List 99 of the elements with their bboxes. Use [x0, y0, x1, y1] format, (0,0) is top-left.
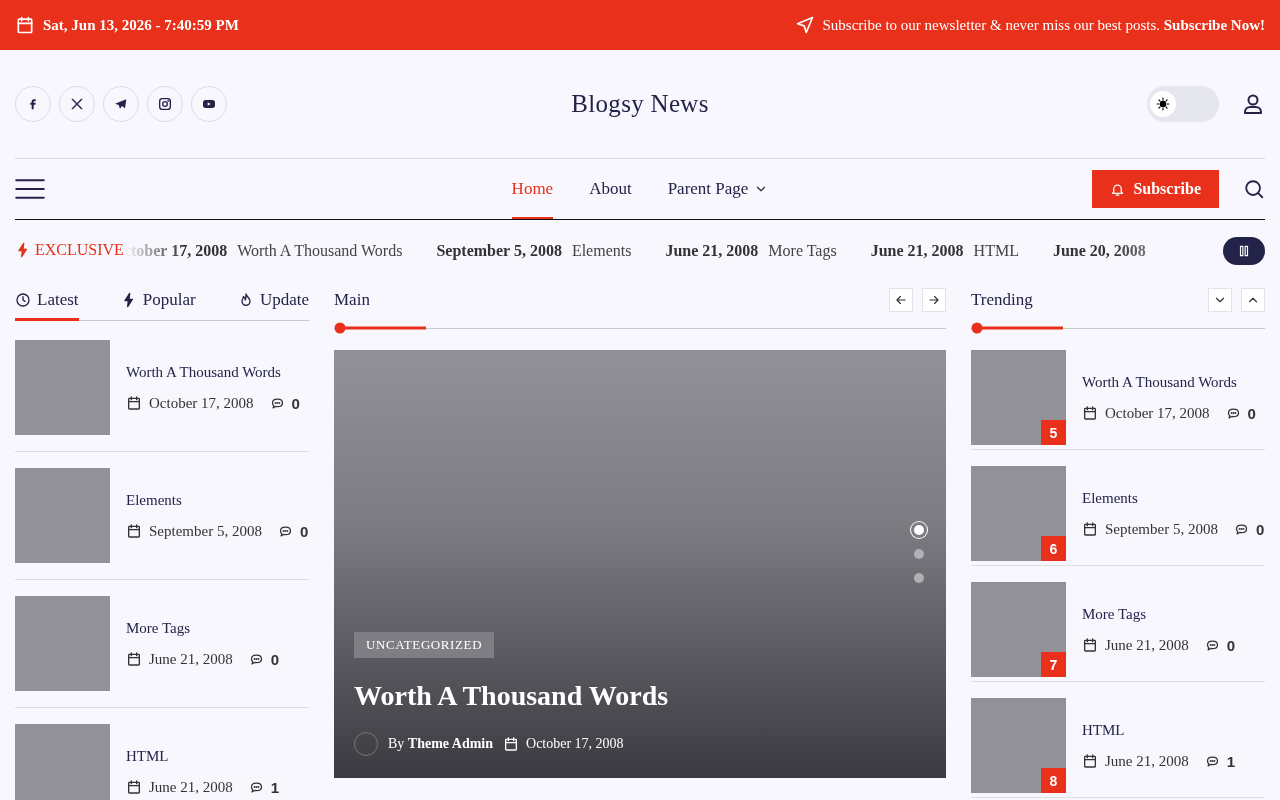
comment-count: 0	[270, 650, 280, 668]
post-title[interactable]: HTML	[1082, 721, 1265, 739]
calendar-icon	[126, 651, 142, 667]
nav-item[interactable]: Home	[511, 159, 554, 219]
byline: By Theme Admin	[388, 736, 494, 752]
tab[interactable]: Latest	[15, 282, 79, 321]
hero-card[interactable]: UNCATEGORIZED Worth A Thousand Words By Theme Admin October 17, 2008	[334, 350, 946, 778]
calendar-icon	[126, 523, 142, 539]
rank-badge: 5	[1041, 420, 1066, 445]
section-heading: Main	[334, 290, 370, 310]
sun-icon	[1156, 97, 1170, 111]
post-date: June 21, 2008	[1105, 752, 1189, 770]
ticker-title[interactable]: Worth A Thousand Words	[237, 242, 403, 260]
search-icon	[1243, 178, 1265, 200]
post-date: October 17, 2008	[1105, 404, 1210, 422]
slide-dot[interactable]	[914, 525, 924, 535]
comment-count: 0	[299, 522, 309, 540]
thumbnail-placeholder[interactable]: 7	[971, 582, 1066, 677]
post-title[interactable]: Elements	[126, 491, 309, 509]
hero-title[interactable]: Worth A Thousand Words	[354, 680, 926, 712]
arrow-left-icon	[894, 293, 908, 307]
comment-count: 1	[270, 778, 280, 796]
calendar-icon	[126, 395, 142, 411]
section-heading: Trending	[971, 290, 1033, 310]
calendar-icon	[126, 779, 142, 795]
newsletter-text: Subscribe to our newsletter & never miss our best posts. Subscribe Now!	[822, 16, 1265, 34]
post-title[interactable]: More Tags	[126, 619, 309, 637]
ticker-title[interactable]: HTML	[973, 242, 1019, 260]
user-icon	[1241, 92, 1265, 116]
calendar-icon	[1082, 753, 1098, 769]
comment-count: 0	[291, 394, 300, 412]
post-title[interactable]: More Tags	[1082, 605, 1265, 623]
hero-date: October 17, 2008	[526, 736, 624, 752]
post-date: June 21, 2008	[149, 650, 233, 668]
nav-item[interactable]: About	[589, 159, 632, 219]
calendar-icon	[15, 15, 35, 35]
category-tag[interactable]: UNCATEGORIZED	[354, 632, 495, 658]
comment-icon	[1233, 521, 1249, 537]
thumbnail-placeholder[interactable]: 5	[971, 350, 1066, 445]
pause-icon	[1237, 244, 1251, 258]
ticker-title[interactable]: Elements	[571, 242, 632, 260]
up-button[interactable]	[1241, 288, 1265, 312]
comment-count: 0	[1255, 520, 1265, 538]
comment-icon	[1225, 405, 1241, 421]
post-date: June 21, 2008	[149, 778, 233, 796]
ticker-date: September 5, 2008	[436, 242, 562, 260]
bell-icon	[1110, 181, 1126, 197]
slide-dot[interactable]	[914, 549, 924, 559]
comment-count: 1	[1226, 752, 1236, 770]
ticker-label: EXCLUSIVE	[35, 241, 124, 259]
arrow-right-icon	[927, 293, 941, 307]
comment-icon	[1204, 753, 1220, 769]
post-title[interactable]: HTML	[126, 747, 309, 765]
comment-icon	[248, 779, 264, 795]
rank-badge: 8	[1041, 768, 1066, 793]
post-date: September 5, 2008	[149, 522, 262, 540]
tab[interactable]: Update	[237, 282, 309, 321]
post-date: June 21, 2008	[1105, 636, 1189, 654]
date-time: Sat, Jun 13, 2026 - 7:40:59 PM	[43, 16, 239, 34]
slide-dot[interactable]	[914, 573, 924, 583]
comment-icon	[277, 523, 293, 539]
theme-toggle[interactable]	[1147, 86, 1219, 122]
calendar-icon	[1082, 405, 1098, 421]
post-title[interactable]: Elements	[1082, 489, 1265, 507]
nav-item[interactable]: Parent Page	[667, 159, 769, 219]
thumbnail-placeholder[interactable]	[15, 468, 110, 563]
ticker-date: June 21, 2008	[870, 242, 964, 260]
ticker-date: June 21, 2008	[665, 242, 759, 260]
ticker-date: June 20, 2008	[1052, 242, 1146, 260]
clock-icon	[15, 292, 31, 308]
thumbnail-placeholder[interactable]: 6	[971, 466, 1066, 561]
next-button[interactable]	[922, 288, 946, 312]
ticker-title[interactable]: More Tags	[768, 242, 837, 260]
post-date: September 5, 2008	[1105, 520, 1218, 538]
comment-icon	[1204, 637, 1220, 653]
rank-badge: 6	[1041, 536, 1066, 561]
thumbnail-placeholder[interactable]	[15, 596, 110, 691]
site-title[interactable]: Blogsy News	[571, 90, 709, 118]
thumbnail-placeholder[interactable]: 8	[971, 698, 1066, 793]
comment-icon	[248, 651, 264, 667]
comment-count: 0	[1247, 404, 1256, 422]
comment-icon	[269, 395, 285, 411]
send-icon	[794, 15, 815, 35]
pause-button[interactable]	[1223, 237, 1265, 265]
thumbnail-placeholder[interactable]	[15, 724, 110, 800]
prev-button[interactable]	[889, 288, 913, 312]
rank-badge: 7	[1041, 652, 1066, 677]
subscribe-now-link[interactable]: Subscribe Now!	[1163, 16, 1265, 33]
calendar-icon	[1082, 521, 1098, 537]
post-date: October 17, 2008	[149, 394, 254, 412]
post-title[interactable]: Worth A Thousand Words	[1082, 373, 1265, 391]
tab[interactable]: Popular	[120, 282, 196, 321]
calendar-icon	[1082, 637, 1098, 653]
down-button[interactable]	[1208, 288, 1232, 312]
subscribe-button[interactable]: Subscribe	[1092, 170, 1219, 208]
post-title[interactable]: Worth A Thousand Words	[126, 363, 309, 381]
calendar-icon	[503, 736, 520, 752]
thumbnail-placeholder[interactable]	[15, 340, 110, 435]
comment-count: 0	[1226, 636, 1236, 654]
